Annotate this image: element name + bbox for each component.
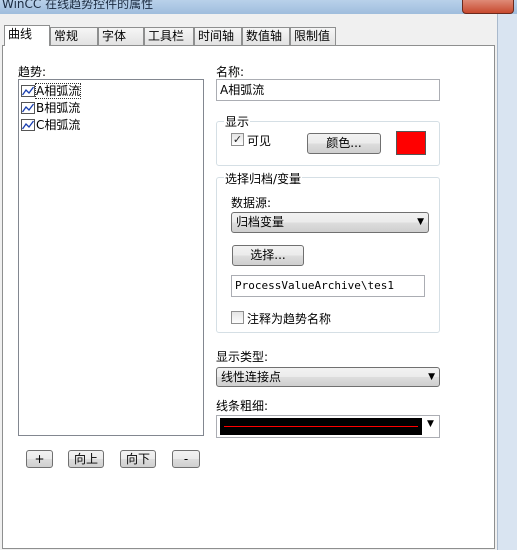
chevron-down-icon: ▼	[417, 217, 424, 227]
archive-group-title: 选择归档/变量	[224, 170, 303, 187]
line-weight-preview	[220, 418, 422, 435]
move-up-button[interactable]: 向上	[68, 450, 104, 468]
datasource-select[interactable]: 归档变量 ▼	[231, 212, 429, 233]
line-weight-label: 线条粗细:	[216, 399, 269, 413]
add-trend-button[interactable]: +	[26, 450, 53, 468]
visible-checkbox[interactable]: ✓	[231, 133, 244, 146]
close-button[interactable]	[462, 0, 514, 14]
color-swatch[interactable]	[396, 131, 426, 155]
color-button[interactable]: 颜色...	[307, 133, 381, 154]
tab-font[interactable]: 字体	[98, 27, 144, 45]
tab-time-axis[interactable]: 时间轴	[194, 27, 242, 45]
trend-item-label: B相弧流	[36, 101, 81, 115]
comment-label: 注释为趋势名称	[247, 312, 332, 326]
datasource-value: 归档变量	[236, 215, 285, 229]
trend-icon	[21, 85, 35, 97]
window-frame-right	[497, 14, 517, 550]
line-weight-select[interactable]: ▼	[216, 415, 440, 438]
check-icon: ✓	[232, 133, 243, 146]
tab-general[interactable]: 常规	[50, 27, 98, 45]
archive-path-input[interactable]: ProcessValueArchive\tes1	[231, 275, 425, 297]
chevron-down-icon: ▼	[428, 372, 435, 382]
display-group-title: 显示	[224, 113, 251, 130]
visible-label: 可见	[247, 134, 272, 148]
move-down-button[interactable]: 向下	[120, 450, 156, 468]
tab-value-axis[interactable]: 数值轴	[242, 27, 290, 45]
name-label: 名称:	[216, 65, 245, 79]
trend-icon	[21, 102, 35, 114]
remove-trend-button[interactable]: -	[172, 450, 200, 468]
tab-limits[interactable]: 限制值	[290, 27, 336, 45]
name-input[interactable]: A相弧流	[216, 79, 440, 101]
display-type-value: 线性连接点	[221, 370, 282, 384]
list-item[interactable]: B相弧流	[21, 100, 80, 116]
list-item[interactable]: A相弧流	[21, 83, 82, 99]
tab-toolbar[interactable]: 工具栏	[144, 27, 194, 45]
datasource-label: 数据源:	[231, 196, 272, 210]
trend-list[interactable]: A相弧流 B相弧流 C相弧流	[18, 79, 204, 436]
comment-checkbox[interactable]	[231, 311, 244, 324]
list-item[interactable]: C相弧流	[21, 117, 80, 133]
select-button[interactable]: 选择...	[232, 245, 304, 266]
line-weight-sample	[224, 426, 418, 427]
trend-item-label: A相弧流	[34, 83, 82, 99]
title-bar: WinCC 在线趋势控件的属性	[0, 0, 517, 14]
trend-icon	[21, 119, 35, 131]
window-title: WinCC 在线趋势控件的属性	[2, 0, 154, 11]
chevron-down-icon: ▼	[427, 419, 434, 429]
tab-curves[interactable]: 曲线	[4, 25, 50, 46]
display-type-select[interactable]: 线性连接点 ▼	[216, 367, 440, 387]
trends-label: 趋势:	[18, 65, 47, 79]
display-type-label: 显示类型:	[216, 350, 269, 364]
trend-item-label: C相弧流	[36, 118, 81, 132]
